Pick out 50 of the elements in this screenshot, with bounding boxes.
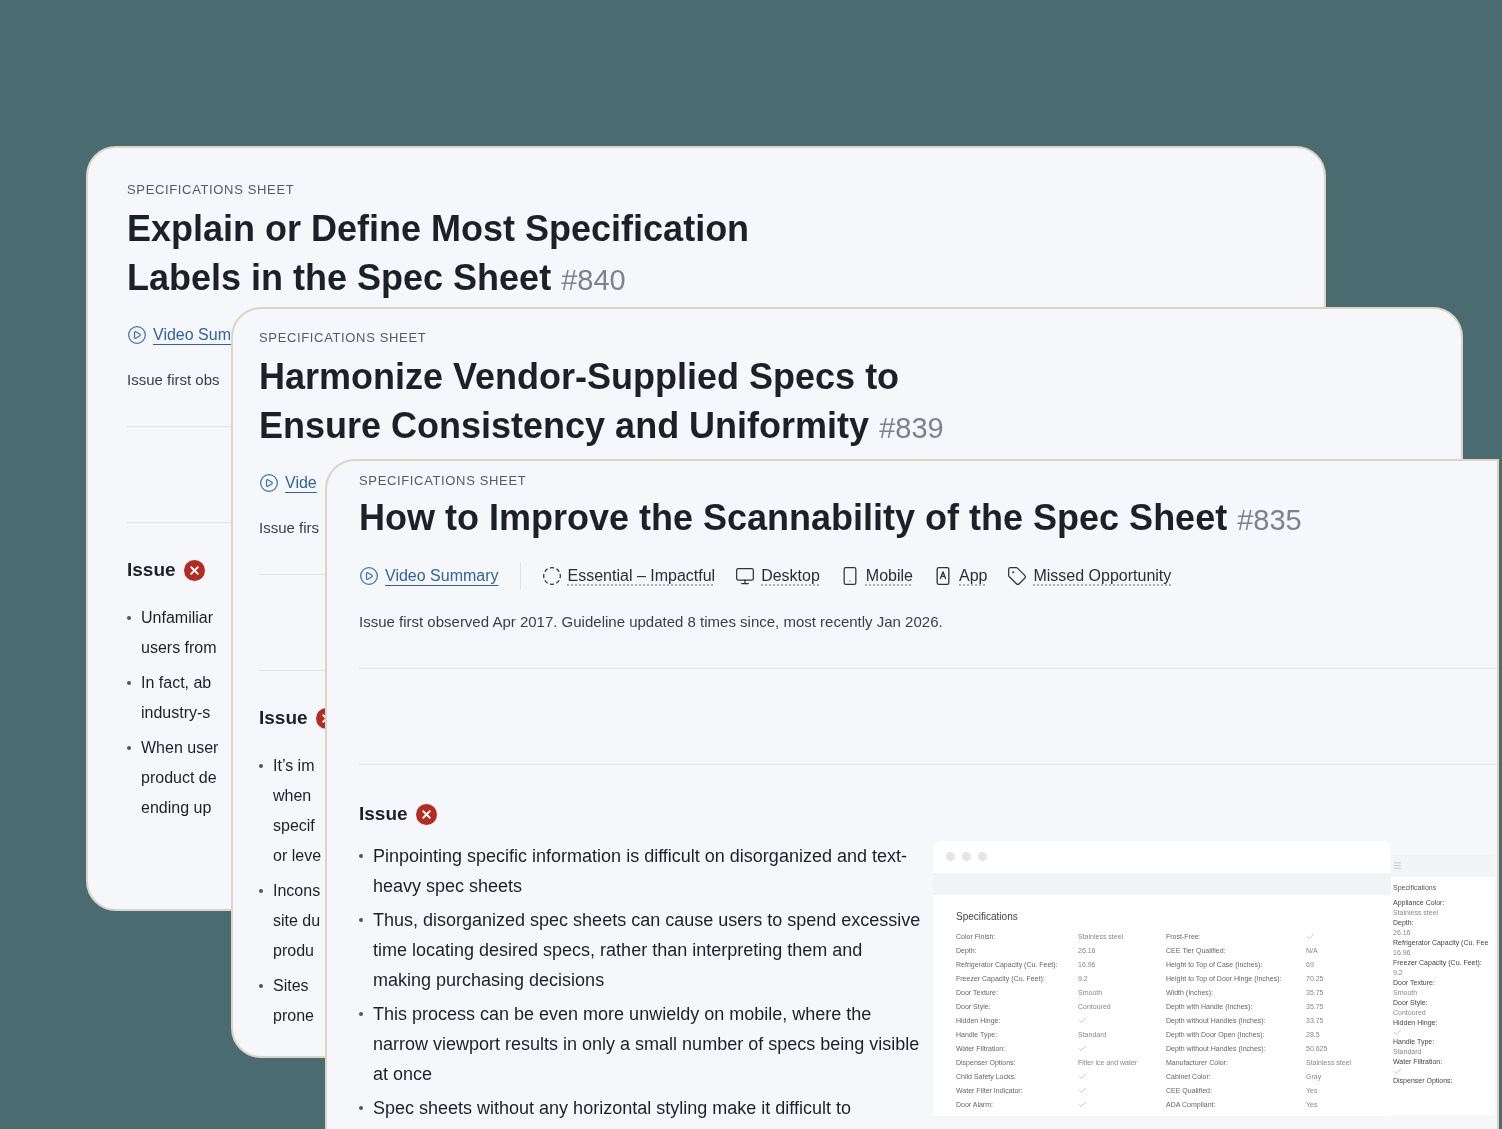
tag-icon: [1007, 565, 1028, 586]
bullet-icon: [127, 680, 131, 685]
play-icon: [127, 324, 147, 345]
bullet-text: Sites prone: [273, 975, 314, 1026]
specs-heading: Specifications: [956, 909, 1019, 924]
bullet-icon: [127, 745, 131, 750]
observed-text: Issue first observed Apr 2017. Guideline updated 8 times since, most recently Jan 2026.: [359, 611, 943, 632]
video-summary-link[interactable]: Video Sum: [153, 322, 231, 347]
play-icon: [259, 472, 279, 493]
bullet-icon: [259, 983, 263, 988]
meta-link[interactable]: Essential – Impactful: [567, 563, 716, 588]
error-icon: [415, 803, 437, 825]
video-summary-link[interactable]: Vide: [285, 470, 317, 495]
monitor-icon: [735, 565, 756, 586]
section-heading: Issue: [359, 802, 408, 826]
error-icon: [183, 559, 205, 581]
play-icon: [359, 565, 379, 586]
bullet-icon: [359, 1011, 363, 1016]
category-label: SPECIFICATIONS SHEET: [359, 472, 528, 490]
bullet-icon: [359, 1105, 363, 1110]
bullet-text: Spec sheets without any horizontal styling make it difficult to: [373, 1096, 851, 1120]
video-summary-link[interactable]: Video Summary: [385, 563, 499, 588]
bullet-icon: [359, 853, 363, 858]
meta-link[interactable]: Desktop: [761, 563, 820, 588]
bullet-text: This process can be even more unwieldy on mobile, where the narrow viewport results in only a small number of specs being visible at once: [373, 1002, 921, 1086]
bullet-icon: [359, 917, 363, 922]
meta-link[interactable]: App: [959, 563, 988, 588]
observed-text: Issue firs: [259, 517, 319, 538]
bullet-text: Incons site du produ: [273, 880, 321, 961]
bullet-text: Thus, disorganized spec sheets can cause users to spend excessive time locating desired specs, rather than interpreting them and making purchasing decisions: [373, 908, 922, 992]
bullet-icon: [127, 615, 131, 620]
guideline-title: How to Improve the Scannability of the Spec Sheet #835: [359, 495, 1303, 540]
bullet-text: Unfamiliar users from: [141, 607, 217, 658]
bullet-text: Pinpointing specific information is difficult on disorganized and text-heavy spec sheets: [373, 844, 908, 898]
bullet-icon: [259, 763, 263, 768]
bullet-icon: [259, 888, 263, 893]
section-heading: Issue: [127, 558, 176, 582]
bullet-text: It’s im when specif or leve: [273, 755, 322, 866]
observed-text: Issue first obs: [127, 369, 220, 390]
guideline-title: Explain or Define Most Specification Labels in the Spec Sheet #840: [127, 206, 751, 300]
category-label: SPECIFICATIONS SHEET: [127, 181, 296, 199]
meta-link[interactable]: Mobile: [865, 563, 913, 588]
category-label: SPECIFICATIONS SHEET: [259, 329, 428, 347]
menu-icon: [1393, 861, 1402, 870]
section-heading: Issue: [259, 706, 308, 730]
meta-link[interactable]: Missed Opportunity: [1033, 563, 1172, 588]
guideline-title: Harmonize Vendor-Supplied Specs to Ensure Consistency and Uniformity #839: [259, 354, 945, 448]
bullet-text: When user product de ending up: [141, 737, 219, 818]
dashed-circle-icon: [541, 565, 562, 586]
bullet-text: In fact, ab industry-s: [141, 672, 212, 723]
